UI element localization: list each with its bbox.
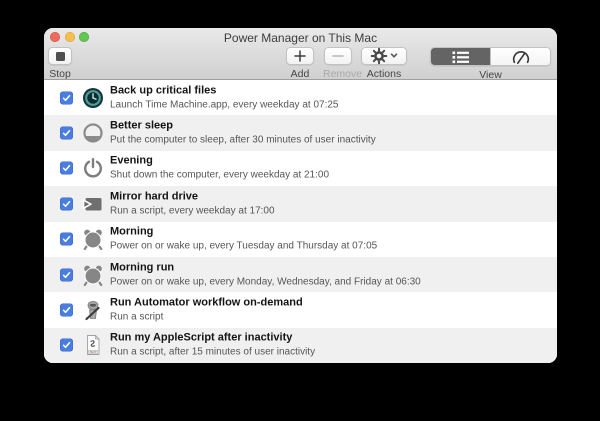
task-title: Morning run: [110, 261, 421, 274]
task-text: Back up critical files Launch Time Machi…: [110, 84, 338, 111]
task-detail: Power on or wake up, every Monday, Wedne…: [110, 275, 421, 288]
task-title: Back up critical files: [110, 84, 338, 97]
task-checkbox[interactable]: [60, 233, 73, 246]
svg-text:TEXT: TEXT: [90, 350, 97, 354]
task-title: Evening: [110, 155, 329, 168]
task-text: Run my AppleScript after inactivity Run …: [110, 332, 315, 359]
checkmark-icon: [61, 234, 72, 245]
task-checkbox[interactable]: [60, 162, 73, 175]
task-icon: TEXT: [82, 193, 104, 215]
task-title: Run Automator workflow on-demand: [110, 296, 303, 309]
task-checkbox[interactable]: [60, 303, 73, 316]
checkmark-icon: [61, 304, 72, 315]
task-row[interactable]: TEXT Evening Shut down the computer, eve…: [44, 151, 557, 186]
checkmark-icon: [61, 163, 72, 174]
add-label: Add: [286, 68, 314, 80]
chevron-down-icon: [392, 54, 397, 57]
task-checkbox[interactable]: [60, 91, 73, 104]
checkmark-icon: [61, 128, 72, 139]
task-row[interactable]: TEXT Mirror hard drive Run a script, eve…: [44, 186, 557, 221]
alarm-clock-icon: [82, 228, 104, 250]
task-row[interactable]: TEXT Morning run Power on or wake up, ev…: [44, 257, 557, 292]
remove-group: Remove: [323, 47, 352, 80]
task-title: Better sleep: [110, 120, 376, 133]
automator-robot-icon: [82, 299, 104, 321]
time-machine-icon: [82, 87, 104, 109]
stop-square-icon: [56, 52, 65, 61]
task-detail: Run a script: [110, 310, 303, 323]
task-text: Mirror hard drive Run a script, every we…: [110, 190, 275, 217]
task-text: Morning run Power on or wake up, every M…: [110, 261, 421, 288]
applescript-document-icon: TEXT: [82, 334, 104, 356]
remove-button[interactable]: [324, 47, 352, 65]
actions-label: Actions: [361, 68, 407, 80]
window-header: Power Manager on This Mac Stop Add: [44, 28, 557, 80]
task-row[interactable]: TEXT Run Automator workflow on-demand Ru…: [44, 292, 557, 327]
task-icon: TEXT: [82, 228, 104, 250]
power-icon: [82, 157, 104, 179]
gauge-icon: [511, 49, 531, 65]
task-icon: TEXT: [82, 87, 104, 109]
stop-group: Stop: [48, 47, 72, 80]
view-segmented-control: [430, 47, 551, 66]
remove-label: Remove: [323, 68, 352, 80]
sleep-icon: [82, 122, 104, 144]
task-icon: TEXT: [82, 299, 104, 321]
task-text: Run Automator workflow on-demand Run a s…: [110, 296, 303, 323]
alarm-clock-icon: [82, 264, 104, 286]
task-title: Run my AppleScript after inactivity: [110, 332, 315, 345]
minus-icon: [332, 50, 344, 62]
task-icon: TEXT: [82, 122, 104, 144]
view-segment-gauge[interactable]: [490, 48, 550, 65]
add-button[interactable]: [286, 47, 314, 65]
task-checkbox[interactable]: [60, 268, 73, 281]
actions-button-icons: [370, 47, 398, 65]
task-icon: TEXT: [82, 334, 104, 356]
checkmark-icon: [61, 92, 72, 103]
checkmark-icon: [61, 340, 72, 351]
actions-button[interactable]: [361, 47, 407, 65]
checkmark-icon: [61, 269, 72, 280]
task-detail: Run a script, every weekday at 17:00: [110, 204, 275, 217]
task-row[interactable]: TEXT Run my AppleScript after inactivity…: [44, 328, 557, 363]
task-detail: Shut down the computer, every weekday at…: [110, 169, 329, 182]
task-icon: TEXT: [82, 157, 104, 179]
app-window: Power Manager on This Mac Stop Add: [44, 28, 557, 363]
titlebar[interactable]: Power Manager on This Mac: [44, 28, 557, 45]
actions-group: Actions: [361, 47, 407, 80]
task-title: Morning: [110, 226, 377, 239]
task-list: TEXT Back up critical files Launch Time …: [44, 80, 557, 363]
task-row[interactable]: TEXT Back up critical files Launch Time …: [44, 80, 557, 115]
task-title: Mirror hard drive: [110, 190, 275, 203]
view-group: View: [430, 47, 551, 81]
stop-label: Stop: [48, 68, 72, 80]
view-segment-list[interactable]: [431, 48, 490, 65]
task-icon: TEXT: [82, 264, 104, 286]
task-detail: Run a script, after 15 minutes of user i…: [110, 346, 315, 359]
task-detail: Put the computer to sleep, after 30 minu…: [110, 134, 376, 147]
list-bullets-icon: [451, 49, 471, 65]
task-row[interactable]: TEXT Better sleep Put the computer to sl…: [44, 115, 557, 150]
task-text: Better sleep Put the computer to sleep, …: [110, 120, 376, 147]
checkmark-icon: [61, 198, 72, 209]
task-detail: Launch Time Machine.app, every weekday a…: [110, 98, 338, 111]
task-text: Morning Power on or wake up, every Tuesd…: [110, 226, 377, 253]
desktop-background: { "window": { "title": "Power Manager on…: [0, 0, 600, 421]
task-text: Evening Shut down the computer, every we…: [110, 155, 329, 182]
task-checkbox[interactable]: [60, 197, 73, 210]
add-group: Add: [286, 47, 314, 80]
toolbar: Stop Add Remove: [44, 45, 557, 80]
run-script-icon: [82, 193, 104, 215]
task-detail: Power on or wake up, every Tuesday and T…: [110, 240, 377, 253]
task-row[interactable]: TEXT Morning Power on or wake up, every …: [44, 222, 557, 257]
stop-button[interactable]: [48, 47, 72, 65]
plus-icon: [294, 50, 306, 62]
task-checkbox[interactable]: [60, 127, 73, 140]
task-checkbox[interactable]: [60, 339, 73, 352]
gear-icon: [372, 49, 387, 64]
window-title: Power Manager on This Mac: [44, 31, 557, 45]
